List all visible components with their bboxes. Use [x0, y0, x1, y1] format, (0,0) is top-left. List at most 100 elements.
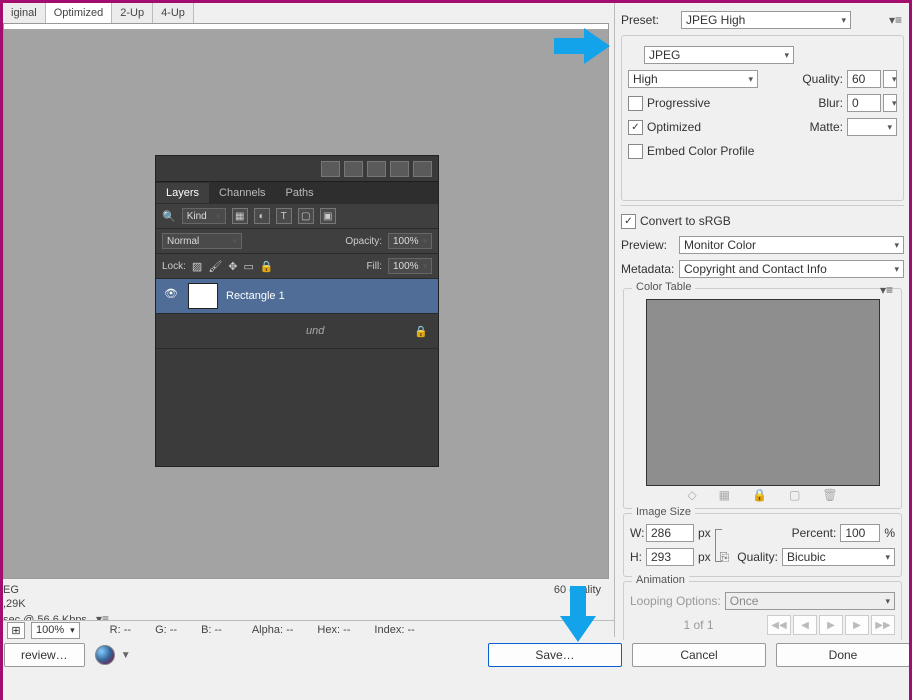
- visibility-eye-icon[interactable]: [162, 322, 180, 340]
- filter-smart-icon[interactable]: ▣: [320, 208, 336, 224]
- opacity-value[interactable]: 100%: [388, 233, 432, 249]
- adjustment-icon: [390, 161, 409, 177]
- embed-profile-label: Embed Color Profile: [647, 144, 754, 158]
- zoom-info-row: ⊞ 100%▾ R: -- G: -- B: -- Alpha: -- Hex:…: [3, 620, 617, 639]
- tab-4up[interactable]: 4-Up: [153, 3, 194, 23]
- layer-row-rectangle1[interactable]: 👁 Rectangle 1: [156, 279, 438, 314]
- visibility-eye-icon[interactable]: 👁: [162, 287, 180, 305]
- blur-stepper[interactable]: [883, 94, 897, 112]
- lock-position-icon[interactable]: ✥: [228, 260, 237, 273]
- lock-label: Lock:: [162, 261, 186, 272]
- tab-original[interactable]: iginal: [3, 3, 46, 23]
- ct-icon: 🔒: [752, 488, 767, 502]
- layer-thumbnail: [188, 283, 218, 309]
- search-icon: 🔍: [162, 210, 176, 223]
- layer-name: Rectangle 1: [226, 290, 285, 302]
- percent-input[interactable]: 100: [840, 524, 880, 542]
- fill-label: Fill:: [366, 261, 382, 272]
- px-label: px: [698, 550, 711, 564]
- color-table-legend: Color Table: [632, 281, 695, 293]
- blend-mode-select[interactable]: Normal: [162, 233, 242, 249]
- frame-indicator: 1 of 1: [630, 618, 767, 632]
- tab-optimized[interactable]: Optimized: [46, 3, 113, 23]
- quality-preset-select[interactable]: High: [628, 70, 758, 88]
- next-frame-button: ▶: [845, 615, 869, 635]
- quality-stepper[interactable]: [883, 70, 897, 88]
- convert-srgb-checkbox[interactable]: [621, 214, 636, 229]
- filter-image-icon[interactable]: ▦: [232, 208, 248, 224]
- annotation-arrow-right: [554, 28, 614, 64]
- canvas-preview: Layers Channels Paths 🔍 Kind ▦ ◐ T ▢ ▣ N…: [3, 23, 609, 579]
- color-table-menu-icon[interactable]: ▾≡: [878, 283, 895, 297]
- save-button[interactable]: Save…: [488, 643, 622, 667]
- last-frame-button: ▶▶: [871, 615, 895, 635]
- fill-value[interactable]: 100%: [388, 258, 432, 274]
- embed-profile-checkbox[interactable]: [628, 144, 643, 159]
- progressive-label: Progressive: [647, 96, 710, 110]
- preset-menu-icon[interactable]: ▾≡: [887, 13, 904, 27]
- filter-adjust-icon[interactable]: ◐: [254, 208, 270, 224]
- prev-frame-button: ◀: [793, 615, 817, 635]
- metadata-select[interactable]: Copyright and Contact Info: [679, 260, 904, 278]
- layer-name: und: [306, 325, 324, 337]
- play-button: ▶: [819, 615, 843, 635]
- optimized-label: Optimized: [647, 120, 701, 134]
- adjustment-icon: [413, 161, 432, 177]
- filesize-info: ,29K: [3, 597, 111, 611]
- done-button[interactable]: Done: [776, 643, 910, 667]
- preview-button[interactable]: review…: [4, 643, 85, 667]
- percent-sign: %: [884, 526, 895, 540]
- panel-tab-paths[interactable]: Paths: [276, 183, 324, 203]
- optimized-checkbox[interactable]: [628, 120, 643, 135]
- lock-all-icon[interactable]: 🔒: [260, 260, 274, 273]
- format-info: EG: [3, 583, 111, 597]
- metadata-label: Metadata:: [621, 262, 679, 276]
- animation-controls: ◀◀ ◀ ▶ ▶ ▶▶: [767, 615, 895, 635]
- hand-tool-icon[interactable]: ⊞: [7, 622, 25, 639]
- annotation-arrow-down: [560, 586, 596, 646]
- zoom-select[interactable]: 100%▾: [31, 622, 80, 639]
- tab-2up[interactable]: 2-Up: [112, 3, 153, 23]
- first-frame-button: ◀◀: [767, 615, 791, 635]
- ct-icon: 🗑: [822, 488, 837, 502]
- quality-input[interactable]: 60: [847, 70, 881, 88]
- kind-filter-select[interactable]: Kind: [182, 208, 226, 224]
- filter-type-icon[interactable]: T: [276, 208, 292, 224]
- looping-select: Once: [725, 592, 895, 610]
- link-icon[interactable]: ⎘: [720, 550, 730, 565]
- opacity-label: Opacity:: [345, 236, 382, 247]
- preset-select[interactable]: JPEG High: [681, 11, 851, 29]
- progressive-checkbox[interactable]: [628, 96, 643, 111]
- embedded-layers-panel: Layers Channels Paths 🔍 Kind ▦ ◐ T ▢ ▣ N…: [155, 155, 439, 467]
- adjustment-icon: [344, 161, 363, 177]
- browser-dropdown-icon[interactable]: ▼: [121, 650, 131, 661]
- format-select[interactable]: JPEG: [644, 46, 794, 64]
- adjustment-icon: [367, 161, 386, 177]
- index-value: Index: --: [374, 624, 414, 636]
- browser-preview-icon[interactable]: [95, 645, 115, 665]
- lock-artboard-icon[interactable]: ▭: [244, 260, 254, 273]
- filter-shape-icon[interactable]: ▢: [298, 208, 314, 224]
- cancel-button[interactable]: Cancel: [632, 643, 766, 667]
- panel-tab-layers[interactable]: Layers: [156, 183, 209, 203]
- resample-select[interactable]: Bicubic: [782, 548, 895, 566]
- animation-legend: Animation: [632, 574, 689, 586]
- lock-paint-icon[interactable]: 🖌: [208, 260, 222, 273]
- preview-select[interactable]: Monitor Color: [679, 236, 904, 254]
- lock-transparent-icon[interactable]: ▨: [192, 260, 202, 273]
- preset-label: Preset:: [621, 13, 681, 27]
- adjustment-icon: [321, 161, 340, 177]
- panel-tab-channels[interactable]: Channels: [209, 183, 275, 203]
- preview-label: Preview:: [621, 238, 679, 252]
- layer-row-background[interactable]: und 🔒: [156, 314, 438, 349]
- matte-select[interactable]: [847, 118, 897, 136]
- height-input[interactable]: 293: [646, 548, 694, 566]
- image-size-legend: Image Size: [632, 506, 695, 518]
- width-input[interactable]: 286: [646, 524, 694, 542]
- preview-info: EG ,29K sec @ 56.6 Kbps ▾≡ 60 quality: [3, 581, 609, 621]
- g-value: G: --: [155, 624, 177, 636]
- h-label: H:: [630, 550, 646, 564]
- r-value: R: --: [110, 624, 131, 636]
- percent-label: Percent:: [792, 526, 837, 540]
- blur-input[interactable]: 0: [847, 94, 881, 112]
